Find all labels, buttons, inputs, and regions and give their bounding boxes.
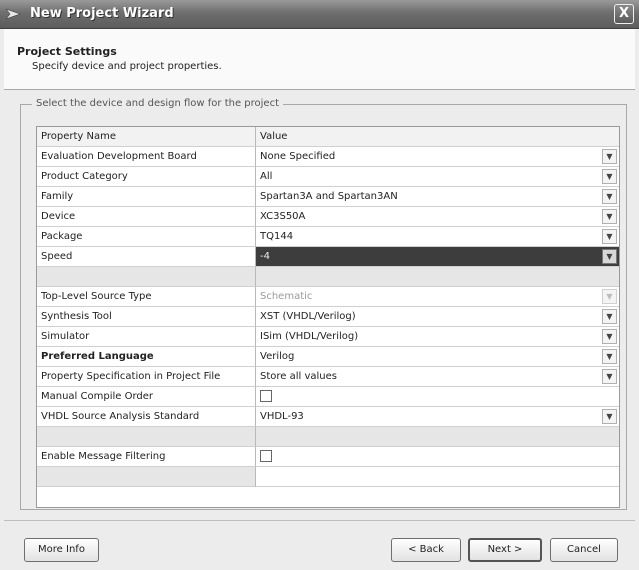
footer-divider <box>4 520 635 521</box>
property-value: VHDL-93 <box>260 411 304 422</box>
device-select[interactable]: XC3S50A ▼ <box>256 207 619 227</box>
property-name: Enable Message Filtering <box>37 447 256 467</box>
evaluation-board-select[interactable]: None Specified ▼ <box>256 147 619 167</box>
property-name: Preferred Language <box>37 347 256 367</box>
table-row: VHDL Source Analysis Standard VHDL-93 ▼ <box>37 407 619 427</box>
property-value: Spartan3A and Spartan3AN <box>260 191 398 202</box>
table-row: Family Spartan3A and Spartan3AN ▼ <box>37 187 619 207</box>
chevron-down-icon[interactable]: ▼ <box>602 329 617 344</box>
window-title: New Project Wizard <box>30 6 174 21</box>
chevron-down-icon[interactable]: ▼ <box>602 309 617 324</box>
spacer-row <box>37 467 619 487</box>
spacer-cell <box>256 427 619 447</box>
property-spec-select[interactable]: Store all values ▼ <box>256 367 619 387</box>
property-value: XC3S50A <box>260 211 306 222</box>
property-name: Evaluation Development Board <box>37 147 256 167</box>
manual-compile-order-checkbox[interactable] <box>260 390 272 402</box>
manual-compile-order-cell <box>256 387 619 407</box>
message-filtering-cell <box>256 447 619 467</box>
title-bar: New Project Wizard X <box>0 0 639 29</box>
cancel-button[interactable]: Cancel <box>550 538 618 562</box>
property-name: Package <box>37 227 256 247</box>
simulator-select[interactable]: ISim (VHDL/Verilog) ▼ <box>256 327 619 347</box>
column-header-property-name: Property Name <box>37 127 256 147</box>
table-row: Property Specification in Project File S… <box>37 367 619 387</box>
wizard-icon <box>6 8 21 20</box>
chevron-down-icon[interactable]: ▼ <box>602 369 617 384</box>
spacer-cell <box>256 267 619 287</box>
spacer-cell <box>37 267 256 287</box>
property-name: Top-Level Source Type <box>37 287 256 307</box>
chevron-down-icon[interactable]: ▼ <box>602 169 617 184</box>
chevron-down-icon[interactable]: ▼ <box>602 249 617 264</box>
chevron-down-icon: ▼ <box>602 289 617 304</box>
spacer-cell <box>37 467 256 487</box>
property-value: XST (VHDL/Verilog) <box>260 311 356 322</box>
back-button[interactable]: < Back <box>391 538 461 562</box>
table-row: Speed -4 ▼ <box>37 247 619 267</box>
property-name: VHDL Source Analysis Standard <box>37 407 256 427</box>
product-category-select[interactable]: All ▼ <box>256 167 619 187</box>
table-row: Simulator ISim (VHDL/Verilog) ▼ <box>37 327 619 347</box>
page-subtitle: Specify device and project properties. <box>32 61 222 72</box>
table-row: Top-Level Source Type Schematic ▼ <box>37 287 619 307</box>
property-name: Family <box>37 187 256 207</box>
property-value: ISim (VHDL/Verilog) <box>260 331 359 342</box>
enable-message-filtering-checkbox[interactable] <box>260 450 272 462</box>
property-value: None Specified <box>260 151 336 162</box>
preferred-language-select[interactable]: Verilog ▼ <box>256 347 619 367</box>
property-value: All <box>260 171 273 182</box>
table-row: Synthesis Tool XST (VHDL/Verilog) ▼ <box>37 307 619 327</box>
table-row: Device XC3S50A ▼ <box>37 207 619 227</box>
table-row: Package TQ144 ▼ <box>37 227 619 247</box>
more-info-button[interactable]: More Info <box>24 538 99 562</box>
property-value: Store all values <box>260 371 337 382</box>
chevron-down-icon[interactable]: ▼ <box>602 149 617 164</box>
table-row: Enable Message Filtering <box>37 447 619 467</box>
spacer-cell <box>37 427 256 447</box>
chevron-down-icon[interactable]: ▼ <box>602 209 617 224</box>
property-name: Synthesis Tool <box>37 307 256 327</box>
family-select[interactable]: Spartan3A and Spartan3AN ▼ <box>256 187 619 207</box>
close-icon: X <box>618 6 630 21</box>
property-value: Verilog <box>260 351 295 362</box>
spacer-row <box>37 267 619 287</box>
table-row: Preferred Language Verilog ▼ <box>37 347 619 367</box>
table-row: Manual Compile Order <box>37 387 619 407</box>
wizard-header: Project Settings Specify device and proj… <box>4 29 635 90</box>
spacer-row <box>37 427 619 447</box>
close-button[interactable]: X <box>614 4 634 24</box>
chevron-down-icon[interactable]: ▼ <box>602 189 617 204</box>
chevron-down-icon[interactable]: ▼ <box>602 229 617 244</box>
property-name: Product Category <box>37 167 256 187</box>
column-header-value: Value <box>256 127 619 147</box>
property-grid: Property Name Value Evaluation Developme… <box>36 126 620 508</box>
property-value: -4 <box>260 251 270 262</box>
top-level-source-select: Schematic ▼ <box>256 287 619 307</box>
speed-select[interactable]: -4 ▼ <box>256 247 619 267</box>
chevron-down-icon[interactable]: ▼ <box>602 409 617 424</box>
chevron-down-icon[interactable]: ▼ <box>602 349 617 364</box>
property-name: Property Specification in Project File <box>37 367 256 387</box>
property-name: Device <box>37 207 256 227</box>
package-select[interactable]: TQ144 ▼ <box>256 227 619 247</box>
next-button[interactable]: Next > <box>468 538 542 562</box>
grid-header-row: Property Name Value <box>37 127 619 147</box>
vhdl-standard-select[interactable]: VHDL-93 ▼ <box>256 407 619 427</box>
group-label: Select the device and design flow for th… <box>32 98 283 109</box>
property-name: Manual Compile Order <box>37 387 256 407</box>
property-name: Simulator <box>37 327 256 347</box>
property-value: TQ144 <box>260 231 294 242</box>
property-value: Schematic <box>260 291 313 302</box>
table-row: Product Category All ▼ <box>37 167 619 187</box>
table-row: Evaluation Development Board None Specif… <box>37 147 619 167</box>
spacer-cell <box>256 467 619 487</box>
synthesis-tool-select[interactable]: XST (VHDL/Verilog) ▼ <box>256 307 619 327</box>
page-title: Project Settings <box>17 45 117 58</box>
property-name: Speed <box>37 247 256 267</box>
